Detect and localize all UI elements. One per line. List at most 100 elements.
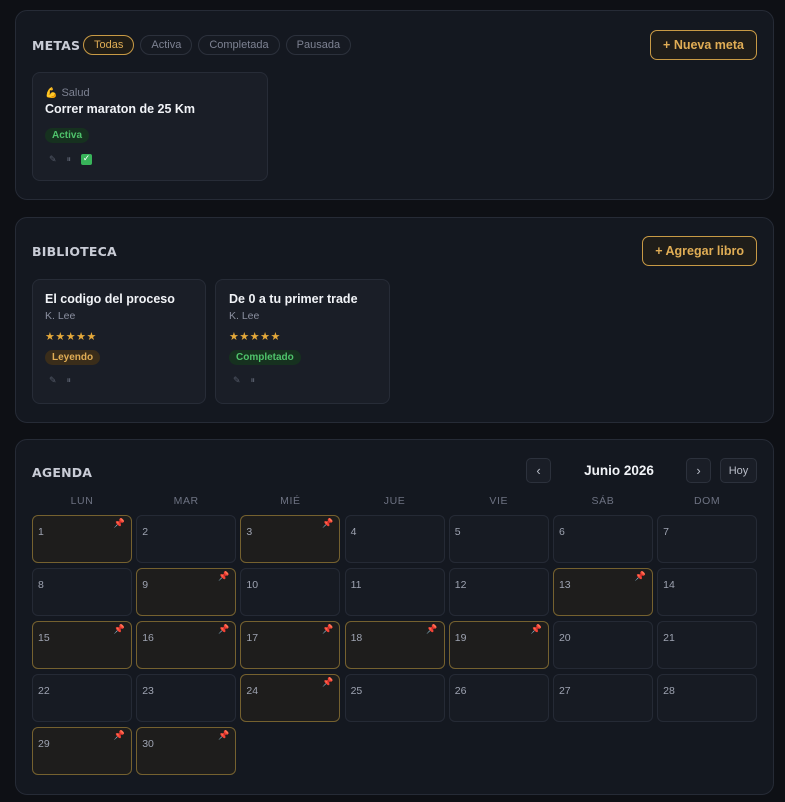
calendar-day[interactable]: 5 [448, 515, 549, 563]
goal-category-label: Salud [61, 87, 90, 99]
day-number: 6 [558, 526, 565, 538]
pause-icon[interactable]: ⏸ [67, 154, 72, 165]
pushpin-icon: 📌 [113, 625, 125, 635]
calendar-day[interactable]: 7 [657, 515, 758, 563]
book-card[interactable]: De 0 a tu primer trade K. Lee ★★★★★ Comp… [215, 279, 390, 404]
book-status-badge: Completado [229, 350, 301, 365]
metas-panel: METAS Todas Activa Completada Pausada + … [15, 10, 774, 200]
star-rating: ★★★★★ [45, 331, 97, 343]
add-book-button[interactable]: + Agregar libro [642, 236, 757, 266]
calendar-day[interactable]: 3 📌 [240, 515, 341, 563]
checkbox-icon[interactable]: ✓ [81, 154, 93, 165]
pushpin-icon: 📌 [530, 625, 542, 635]
current-month-label: Junio 2026 [584, 463, 654, 478]
day-number: 13 [558, 579, 571, 591]
day-number: 24 [246, 685, 259, 697]
day-number: 23 [142, 685, 154, 697]
day-number: 26 [454, 685, 467, 697]
pushpin-icon: 📌 [113, 731, 125, 741]
filter-chip-todas[interactable]: Todas [83, 35, 135, 55]
calendar-day[interactable]: 1 📌 [32, 515, 132, 563]
pushpin-icon: 📌 [322, 625, 334, 635]
calendar-day[interactable]: 22 [32, 674, 132, 722]
calendar-day[interactable]: 27 [552, 674, 653, 722]
day-number: 12 [454, 579, 467, 591]
pushpin-icon: 📌 [322, 678, 334, 688]
pencil-icon[interactable]: ✎ [49, 375, 57, 386]
day-number: 25 [350, 685, 363, 697]
day-number: 19 [454, 632, 467, 644]
calendar-day[interactable]: 24 📌 [240, 674, 341, 722]
chevron-right-icon: › [696, 463, 701, 478]
book-card[interactable]: El codigo del proceso K. Lee ★★★★★ Leyen… [32, 279, 206, 404]
calendar-day[interactable]: 10 [240, 568, 341, 616]
calendar-day[interactable]: 16 📌 [136, 621, 237, 669]
new-goal-button[interactable]: + Nueva meta [650, 30, 757, 60]
pushpin-icon: 📌 [322, 519, 334, 529]
calendar-day[interactable]: 4 [344, 515, 445, 563]
day-number: 28 [663, 685, 675, 697]
calendar-day[interactable]: 14 [657, 568, 758, 616]
today-button[interactable]: Hoy [720, 458, 757, 483]
day-number: 21 [663, 632, 675, 644]
weekday-label: SÁB [591, 495, 615, 507]
calendar-day[interactable]: 13 📌 [552, 568, 653, 616]
day-number: 7 [663, 526, 669, 538]
day-number: 9 [142, 579, 149, 591]
day-number: 18 [350, 632, 363, 644]
pencil-icon[interactable]: ✎ [49, 154, 57, 165]
next-month-button[interactable]: › [686, 458, 711, 483]
calendar-day[interactable]: 17 📌 [240, 621, 341, 669]
calendar-day[interactable]: 18 📌 [344, 621, 445, 669]
prev-month-button[interactable]: ‹ [526, 458, 551, 483]
day-number: 10 [246, 579, 259, 591]
agenda-panel: AGENDA ‹ Junio 2026 › Hoy LUN MAR MIÉ JU… [15, 439, 774, 795]
day-number: 1 [38, 526, 44, 538]
pushpin-icon: 📌 [217, 731, 230, 741]
book-title: El codigo del proceso [45, 292, 175, 306]
biblioteca-panel: BIBLIOTECA + Agregar libro El codigo del… [15, 217, 774, 423]
calendar-grid: 1 📌 2 3 📌 4 5 6 7 8 9 📌 10 11 12 13 📌 14 15 📌 16 📌 17 📌 18 📌 19 📌 20… [32, 515, 758, 775]
calendar-day[interactable]: 6 [552, 515, 653, 563]
pushpin-icon: 📌 [217, 625, 230, 635]
filter-chip-completada[interactable]: Completada [198, 35, 280, 55]
calendar-day[interactable]: 29 📌 [32, 727, 132, 775]
weekday-label: DOM [693, 495, 721, 507]
calendar-day[interactable]: 2 [136, 515, 237, 563]
filter-chip-activa[interactable]: Activa [140, 35, 193, 55]
goal-category: 💪 Salud [45, 87, 90, 99]
day-number: 11 [350, 579, 362, 591]
agenda-title: AGENDA [32, 465, 93, 480]
pencil-icon[interactable]: ✎ [233, 375, 241, 386]
pause-icon[interactable]: ⏸ [67, 375, 72, 386]
goal-actions: ✎ ⏸ ✓ [49, 154, 93, 165]
pause-icon[interactable]: ⏸ [251, 375, 256, 386]
filter-chip-pausada[interactable]: Pausada [285, 35, 352, 55]
day-number: 4 [350, 526, 357, 538]
calendar-day[interactable]: 9 📌 [136, 568, 237, 616]
star-rating: ★★★★★ [229, 331, 281, 343]
calendar-day[interactable]: 30 📌 [136, 727, 237, 775]
book-actions: ✎ ⏸ [49, 375, 71, 386]
chevron-left-icon: ‹ [536, 463, 541, 478]
weekday-label: LUN [70, 495, 94, 507]
day-number: 22 [38, 685, 50, 697]
calendar-day[interactable]: 21 [657, 621, 758, 669]
calendar-day[interactable]: 20 [552, 621, 653, 669]
calendar-day[interactable]: 25 [344, 674, 445, 722]
day-number: 27 [558, 685, 571, 697]
day-number: 29 [38, 738, 50, 750]
goal-card[interactable]: 💪 Salud Correr maraton de 25 Km Activa ✎… [32, 72, 268, 181]
calendar-day[interactable]: 11 [344, 568, 445, 616]
calendar-day[interactable]: 28 [657, 674, 758, 722]
calendar-day[interactable]: 23 [136, 674, 237, 722]
calendar-day[interactable]: 12 [448, 568, 549, 616]
metas-filter-chips: Todas Activa Completada Pausada [83, 35, 352, 55]
biblioteca-title: BIBLIOTECA [32, 244, 117, 259]
goal-status-badge: Activa [45, 128, 90, 143]
calendar-day[interactable]: 8 [32, 568, 132, 616]
calendar-day[interactable]: 19 📌 [448, 621, 549, 669]
calendar-day[interactable]: 15 📌 [32, 621, 132, 669]
metas-title: METAS [32, 38, 81, 53]
calendar-day[interactable]: 26 [448, 674, 549, 722]
